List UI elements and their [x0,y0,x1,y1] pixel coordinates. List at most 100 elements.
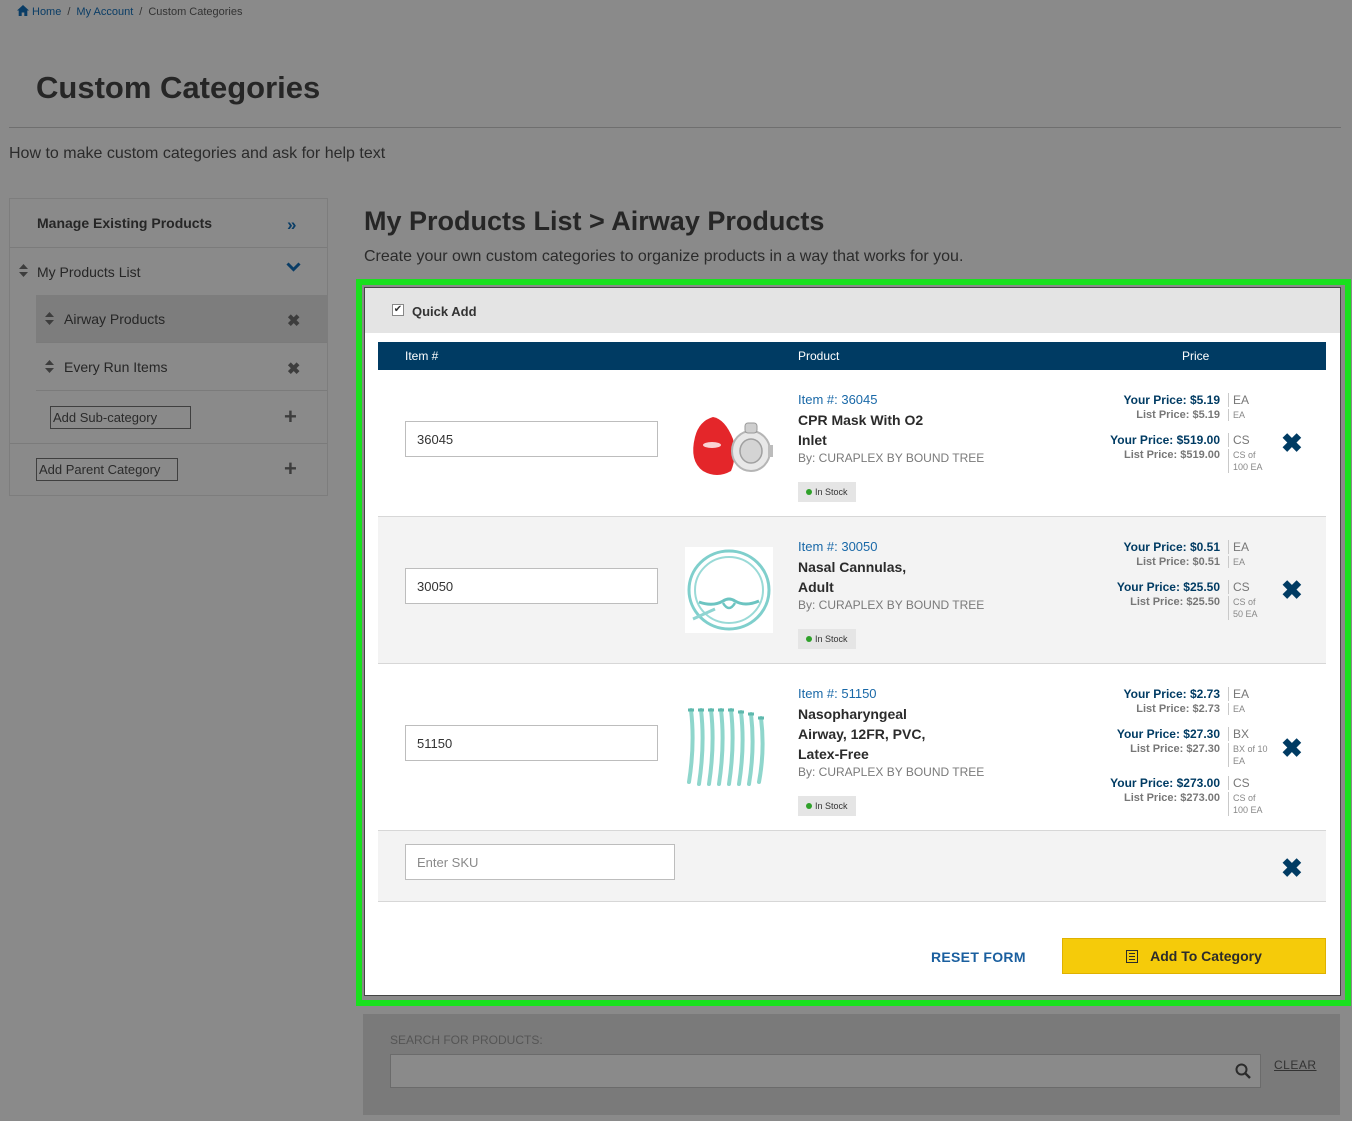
product-name-line: Latex-Free [798,746,869,762]
sort-handle-icon[interactable] [45,360,54,373]
search-label: SEARCH FOR PRODUCTS: [390,1033,543,1047]
price-block: Your Price: $273.00 List Price: $273.00 … [1078,776,1278,825]
price-block: Your Price: $5.19 List Price: $5.19 EA E… [1078,393,1278,433]
quick-add-checkbox[interactable]: ✔ [392,304,404,316]
product-info: Item #: 51150 Nasopharyngeal Airway, 12F… [798,686,998,816]
unit-code: EA [1228,540,1249,554]
list-icon [1126,949,1139,963]
delete-icon[interactable]: ✖ [287,359,300,379]
product-brand: By: CURAPLEX BY BOUND TREE [798,765,985,779]
price-block: Your Price: $519.00 List Price: $519.00 … [1078,433,1278,482]
sku-input[interactable] [405,844,675,880]
your-price: Your Price: $0.51 [1123,540,1221,554]
sku-input[interactable] [405,725,658,761]
category-sidebar: Manage Existing Products » My Products L… [9,198,328,496]
sub-category-label: Airway Products [64,310,166,327]
product-brand: By: CURAPLEX BY BOUND TREE [798,451,985,465]
remove-row-icon[interactable]: ✖ [1281,855,1303,881]
quick-add-label: Quick Add [412,304,477,319]
stock-label: In Stock [815,634,848,644]
product-name-line: Airway, 12FR, PVC, [798,726,926,742]
unit-code: BX [1228,727,1249,741]
price-list: Your Price: $0.51 List Price: $0.51 EA E… [1078,540,1278,629]
sku-input[interactable] [405,568,658,604]
column-header-item: Item # [405,349,439,363]
item-number-link[interactable]: Item #: 51150 [798,686,998,701]
add-sub-category-input[interactable] [50,406,191,429]
item-number-link[interactable]: Item #: 36045 [798,392,998,407]
in-stock-dot-icon [806,803,812,809]
manage-existing-products[interactable]: Manage Existing Products » [10,199,327,248]
product-info: Item #: 30050 Nasal Cannulas, Adult By: … [798,539,998,649]
sub-category-label: Every Run Items [64,358,168,375]
my-products-list-label: My Products List [37,263,141,280]
price-list: Your Price: $5.19 List Price: $5.19 EA E… [1078,393,1278,482]
list-title: My Products List > Airway Products [364,206,825,236]
unit-code: CS [1228,580,1250,594]
title-divider [9,127,1341,128]
price-block: Your Price: $27.30 List Price: $27.30 BX… [1078,727,1278,776]
sub-category-item[interactable]: Every Run Items ✖ [36,343,327,391]
list-price: List Price: $519.00 [1123,449,1220,461]
reset-form-button[interactable]: RESET FORM [931,949,1026,965]
sku-input[interactable] [405,421,658,457]
search-icon[interactable] [1235,1063,1251,1079]
product-brand: By: CURAPLEX BY BOUND TREE [798,598,985,612]
product-image [687,708,765,786]
product-name-line: CPR Mask With O2 [798,412,924,428]
breadcrumb-home-link[interactable]: Home [17,5,61,18]
table-header: Item # Product Price [378,342,1326,370]
sub-category-item[interactable]: Airway Products ✖ [36,295,327,343]
manage-existing-products-label: Manage Existing Products [37,215,213,231]
unit-label: EA [1228,556,1268,568]
add-parent-category-input[interactable] [36,458,178,481]
add-to-category-button[interactable]: Add To Category [1062,938,1326,974]
table-row: Item #: 36045 CPR Mask With O2 Inlet By:… [378,370,1326,517]
stock-label: In Stock [815,801,848,811]
product-name[interactable]: CPR Mask With O2 Inlet [798,410,998,450]
list-price: List Price: $27.30 [1130,743,1220,755]
unit-label: BX of 10 EA [1228,743,1268,767]
table-row: ✖ [378,831,1326,902]
remove-row-icon[interactable]: ✖ [1281,735,1303,761]
product-name[interactable]: Nasopharyngeal Airway, 12FR, PVC, Latex-… [798,704,998,764]
status-badge: In Stock [798,629,856,649]
add-sub-category-plus-icon[interactable]: + [284,406,297,428]
add-parent-category-plus-icon[interactable]: + [284,458,297,480]
breadcrumb-account-link[interactable]: My Account [76,6,133,18]
list-description: Create your own custom categories to org… [364,248,964,265]
chevron-down-icon[interactable] [286,262,301,272]
search-input[interactable] [390,1054,1261,1088]
double-chevron-right-icon: » [287,215,297,234]
quick-add-panel: ✔ Quick Add Item # Product Price Item #:… [364,287,1341,996]
item-number-link[interactable]: Item #: 30050 [798,539,998,554]
list-price: List Price: $25.50 [1130,596,1220,608]
home-icon [17,5,29,16]
product-name-line: Nasopharyngeal [798,706,907,722]
table-row: Item #: 30050 Nasal Cannulas, Adult By: … [378,517,1326,664]
unit-code: EA [1228,393,1249,407]
product-name-line: Nasal Cannulas, [798,559,907,575]
unit-code: CS [1228,776,1250,790]
unit-label: CS of 100 EA [1228,449,1268,473]
price-block: Your Price: $2.73 List Price: $2.73 EA E… [1078,687,1278,727]
sort-handle-icon[interactable] [19,264,28,277]
remove-row-icon[interactable]: ✖ [1281,577,1303,603]
clear-search-link[interactable]: CLEAR [1274,1058,1317,1072]
sidebar-divider [10,443,327,444]
in-stock-dot-icon [806,636,812,642]
list-price: List Price: $5.19 [1136,409,1220,421]
status-badge: In Stock [798,482,856,502]
table-row: Item #: 51150 Nasopharyngeal Airway, 12F… [378,664,1326,831]
unit-code: EA [1228,687,1249,701]
price-block: Your Price: $25.50 List Price: $25.50 CS… [1078,580,1278,629]
my-products-list-item[interactable]: My Products List [10,248,327,295]
breadcrumb-current: Custom Categories [148,5,243,18]
product-name-line: Adult [798,579,834,595]
remove-row-icon[interactable]: ✖ [1281,430,1303,456]
sort-handle-icon[interactable] [45,312,54,325]
delete-icon[interactable]: ✖ [287,311,300,331]
breadcrumb-separator: / [139,5,143,18]
product-name[interactable]: Nasal Cannulas, Adult [798,557,998,597]
product-info: Item #: 36045 CPR Mask With O2 Inlet By:… [798,392,998,502]
